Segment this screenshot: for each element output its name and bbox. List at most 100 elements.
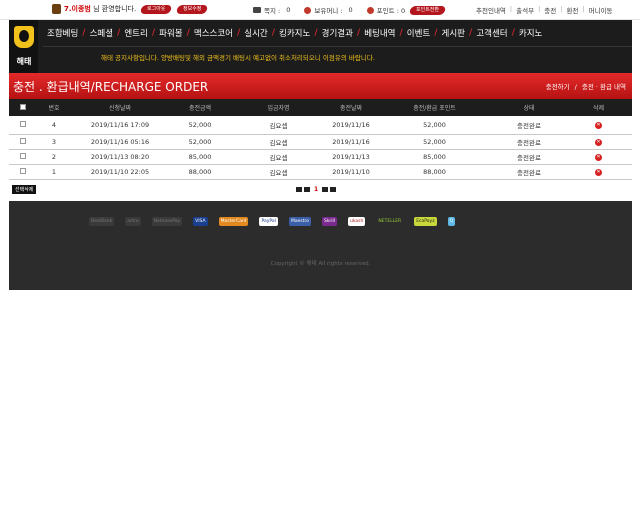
cell-delete[interactable]: ✕	[565, 116, 632, 135]
nav-maxscore[interactable]: 맥스스코어	[190, 27, 237, 39]
top-link-withdraw[interactable]: 환전	[566, 5, 578, 15]
divider: |	[509, 5, 513, 13]
logo-maestro: Maestro	[288, 217, 311, 226]
col-points: 충전/환급 포인트	[376, 99, 493, 116]
cell-status: 충전완료	[493, 134, 565, 150]
row-checkbox[interactable]	[20, 120, 26, 127]
cell-amount: 52,000	[169, 134, 231, 150]
edit-info-button[interactable]: 정보수정	[175, 4, 209, 14]
col-amount: 충전금액	[169, 99, 231, 116]
row-checkbox[interactable]	[20, 167, 26, 174]
cell-delete[interactable]: ✕	[565, 164, 632, 180]
point-icon	[366, 6, 374, 14]
cell-charge-date: 2019/11/10	[326, 164, 376, 180]
logout-button[interactable]: 로그아웃	[139, 4, 173, 14]
select-all-header[interactable]	[9, 99, 37, 116]
nav-bet-history[interactable]: 베팅내역	[360, 27, 399, 39]
cell-points: 52,000	[376, 134, 493, 150]
delete-selected-button[interactable]: 선택삭제	[12, 185, 37, 194]
notice-ticker: 해태 공지사항입니다. 양방배팅및 해외 금액경기 배팅시 예고없이 취소처리되…	[101, 54, 375, 62]
nav-entry[interactable]: 엔트리	[120, 27, 151, 39]
select-all-checkbox[interactable]	[20, 103, 26, 110]
top-link-attendance[interactable]: 출석부	[516, 5, 534, 15]
cell-no: 4	[37, 116, 71, 135]
row-select[interactable]	[9, 164, 37, 180]
logo-q: Q	[447, 217, 456, 226]
mail-count: 0	[286, 6, 291, 14]
logo-neteasepay: NeteasePay	[151, 217, 183, 226]
nav-casino[interactable]: 카지노	[515, 27, 546, 39]
logo-ukash: ukash	[348, 217, 366, 226]
breadcrumb-divider: /	[574, 83, 577, 91]
row-select[interactable]	[9, 134, 37, 150]
row-checkbox[interactable]	[20, 137, 26, 144]
first-page-button[interactable]	[296, 187, 302, 192]
logo-paypal: PayPal	[259, 217, 278, 226]
cell-points: 88,000	[376, 164, 493, 180]
next-page-button[interactable]	[322, 187, 329, 192]
money-icon	[304, 6, 312, 14]
prev-page-button[interactable]	[304, 187, 310, 192]
cell-no: 3	[37, 134, 71, 150]
point-convert-button[interactable]: 포인트전환	[408, 5, 447, 15]
points: 포인트 : 0 포인트전환	[366, 5, 447, 15]
holding-money: 보유머니 : 0	[304, 5, 353, 15]
col-charge-date: 충전날짜	[326, 99, 376, 116]
nav-king-casino[interactable]: 킹카지노	[275, 27, 314, 39]
payment-logos: BestBank astro NeteasePay VISA MasterCar…	[89, 217, 466, 226]
top-link-money-transfer[interactable]: 머니이동	[589, 5, 613, 15]
delete-icon[interactable]: ✕	[595, 154, 602, 161]
logo-astro: astro	[125, 217, 141, 226]
nav-board[interactable]: 게시판	[438, 27, 469, 39]
mail-link[interactable]: 쪽지 : 0	[253, 5, 290, 15]
delete-icon[interactable]: ✕	[595, 169, 602, 176]
col-request-date: 신청날짜	[71, 99, 169, 116]
cell-request-date: 2019/11/13 08:20	[71, 149, 169, 165]
cell-depositor: 김요셉	[231, 116, 326, 135]
delete-icon[interactable]: ✕	[595, 122, 602, 130]
cell-status: 충전완료	[493, 164, 565, 180]
nav-results[interactable]: 경기결과	[318, 27, 357, 39]
delete-icon[interactable]: ✕	[595, 139, 602, 146]
logo-mastercard: MasterCard	[218, 217, 249, 226]
row-select[interactable]	[9, 116, 37, 135]
nav-live[interactable]: 실시간	[240, 27, 271, 39]
row-select[interactable]	[9, 149, 37, 165]
cell-points: 52,000	[376, 116, 493, 135]
row-checkbox[interactable]	[20, 152, 26, 159]
current-page[interactable]: 1	[314, 186, 318, 193]
last-page-button[interactable]	[330, 187, 337, 192]
col-delete: 삭제	[565, 99, 632, 116]
point-label: 포인트 : 0	[376, 7, 406, 15]
table-row: 1 2019/11/10 22:05 88,000 김요셉 2019/11/10…	[9, 164, 632, 180]
logo-skrill: Skrill	[321, 217, 338, 226]
pagination: 1	[295, 186, 337, 193]
edit-info-label: 정보수정	[182, 5, 201, 12]
cell-depositor: 김요셉	[231, 149, 326, 165]
cell-amount: 85,000	[169, 149, 231, 165]
cell-no: 1	[37, 164, 71, 180]
account-summary: 쪽지 : 0 보유머니 : 0 포인트 : 0 포인트전환	[253, 5, 459, 15]
page-title: 충전 . 환급내역/RECHARGE ORDER	[13, 80, 209, 94]
table-header-row: 번호 신청날짜 충전금액 입금자명 충전날짜 충전/환급 포인트 상태 삭제	[9, 99, 632, 116]
tiger-emblem-icon	[14, 26, 34, 48]
top-links: 추천인내역 | 출석부 | 충전 | 환전 | 머니이동	[476, 5, 613, 15]
cell-delete[interactable]: ✕	[565, 149, 632, 165]
site-header: 해태 조합베팅 / 스페셜 / 엔트리 / 파워볼 / 맥스스코어 / 실시간 / 킹카지노…	[9, 20, 632, 73]
nav-support[interactable]: 고객센터	[472, 27, 511, 39]
nav-special[interactable]: 스페셜	[86, 27, 117, 39]
breadcrumb-recharge[interactable]: 충전하기	[546, 83, 570, 91]
cell-delete[interactable]: ✕	[565, 134, 632, 150]
table-row: 2 2019/11/13 08:20 85,000 김요셉 2019/11/13…	[9, 149, 632, 165]
top-link-referrals[interactable]: 추천인내역	[476, 5, 506, 15]
point-convert-label: 포인트전환	[416, 6, 440, 13]
welcome-message: 7.이종범 님 환영합니다.	[64, 4, 136, 14]
cell-status: 충전완료	[493, 149, 565, 165]
nav-combo-betting[interactable]: 조합베팅	[43, 27, 82, 39]
site-logo[interactable]: 해태	[9, 20, 38, 73]
mail-label: 쪽지 :	[264, 7, 281, 15]
nav-events[interactable]: 이벤트	[403, 27, 434, 39]
divider: |	[582, 5, 585, 13]
top-link-deposit[interactable]: 충전	[544, 5, 556, 15]
nav-powerball[interactable]: 파워볼	[155, 27, 186, 39]
